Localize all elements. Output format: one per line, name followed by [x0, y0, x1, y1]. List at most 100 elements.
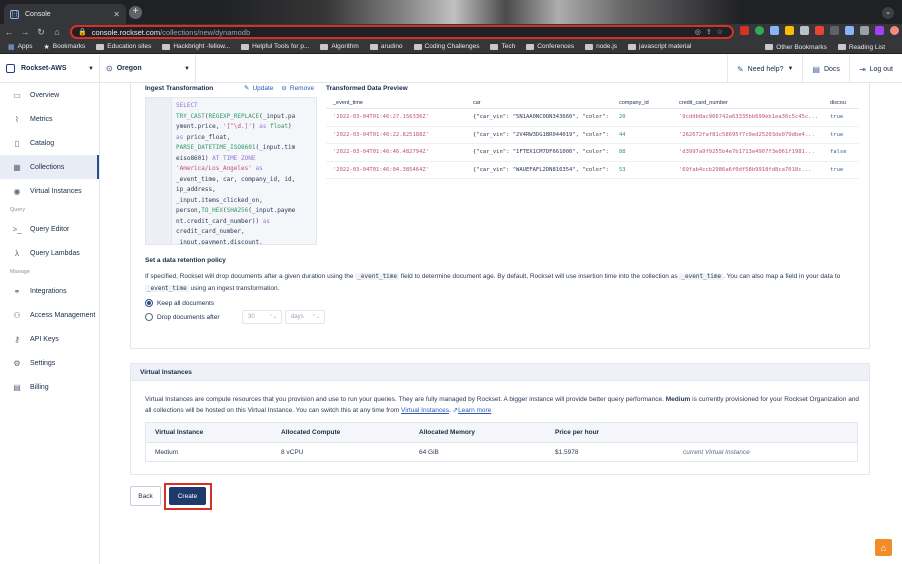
gear-icon: ⚙	[13, 358, 21, 368]
vi-title: Virtual Instances	[131, 364, 869, 381]
location-pin-icon: ⊙	[106, 64, 113, 73]
extension-icon[interactable]	[770, 26, 779, 35]
cell-event-time: '2022-03-04T01:46:27.156336Z'	[333, 114, 430, 121]
puzzle-icon[interactable]	[860, 26, 869, 35]
sidebar-item-catalog[interactable]: ▯ Catalog	[0, 131, 99, 155]
bookmark-folder[interactable]: Algorithm	[320, 43, 359, 50]
tab-search-chevron-icon[interactable]: ⌄	[882, 7, 894, 19]
bookmark-folder[interactable]: arudino	[369, 43, 403, 50]
key-icon: ⚷	[14, 334, 20, 344]
sidebar-item-settings[interactable]: ⚙ Settings	[0, 351, 99, 375]
virtual-instances-link[interactable]: Virtual Instances	[401, 407, 449, 414]
extension-icon[interactable]	[875, 26, 884, 35]
cell-credit-card: '262672faf81c58695f7c9ed25203de079dbe4..…	[679, 131, 815, 138]
reading-list[interactable]: Reading List	[837, 44, 885, 51]
keep-all-radio[interactable]: Keep all documents	[145, 299, 214, 307]
sql-editor[interactable]: SELECT TRY_CAST(REGEXP_REPLACE(_input.pa…	[145, 97, 317, 245]
duration-value-select[interactable]: 30 ⌃⌄	[242, 310, 282, 324]
ingest-card: Ingest Transformation ✎ Update ⊖ Remove Tr…	[130, 83, 870, 349]
sidebar-item-integrations[interactable]: ⚭ Integrations	[0, 279, 99, 303]
folder-icon	[96, 43, 105, 50]
extension-icon[interactable]	[845, 26, 854, 35]
forward-arrow-icon[interactable]: →	[18, 27, 32, 37]
url-input[interactable]: 🔒 console.rockset.com /collections/new/d…	[70, 25, 734, 39]
bookmarks-bar: ▦ Apps ★ Bookmarks Education sites Hackbri…	[0, 40, 902, 54]
chart-icon: ⌇	[15, 114, 19, 124]
radio-unselected[interactable]	[145, 313, 153, 321]
back-button[interactable]: Back	[130, 486, 161, 506]
profile-avatar[interactable]	[890, 26, 899, 35]
new-tab-button[interactable]: +	[129, 6, 142, 19]
org-selector[interactable]: Rockset-AWS ▼	[0, 54, 100, 83]
column-header: car	[473, 99, 481, 106]
plug-icon: ⚭	[13, 286, 21, 296]
radio-selected[interactable]	[145, 299, 153, 307]
need-help-button[interactable]: ✎ Need help? ▼	[726, 55, 802, 83]
sidebar-section-query: Query	[10, 207, 25, 213]
bookmark-apps[interactable]: ▦ Apps	[8, 43, 32, 51]
learn-more-link[interactable]: Learn more	[458, 407, 491, 414]
bookmark-folder[interactable]: Helpful Tools for p...	[241, 43, 309, 50]
sidebar-item-virtual-instances[interactable]: ◉ Virtual Instances	[0, 179, 99, 203]
ingest-title: Ingest Transformation	[145, 85, 214, 92]
browser-tab[interactable]: [·] Console ✕	[4, 4, 126, 24]
table-row: '2022-03-04T01:46:46.482794Z' {"car_vin"…	[326, 144, 859, 162]
editor-gutter	[146, 98, 172, 244]
bookmarks-right: Other Bookmarks Reading List	[765, 40, 896, 54]
bookmark-folder[interactable]: Tech	[490, 43, 515, 50]
cell-car: {"car_vin": "2V4RW3DG1BR044019", "color"…	[473, 131, 609, 138]
home-icon[interactable]: ⌂	[50, 27, 64, 37]
table-row: '2022-03-04T01:46:04.385464Z' {"car_vin"…	[326, 162, 859, 179]
chevron-down-icon: ⌃⌄	[311, 314, 320, 320]
docs-link[interactable]: ▤ Docs	[802, 55, 849, 83]
preview-table: _event_time car company_id credit_card_n…	[326, 97, 859, 179]
chevron-down-icon: ▼	[787, 66, 794, 72]
docs-icon: ▤	[812, 64, 820, 74]
chevron-down-icon: ▼	[88, 65, 94, 72]
update-link[interactable]: ✎ Update	[244, 84, 273, 92]
extension-icon[interactable]	[755, 26, 764, 35]
sidebar-item-access-management[interactable]: ⚇ Access Management	[0, 303, 99, 327]
extension-icon[interactable]	[815, 26, 824, 35]
sql-code[interactable]: SELECT TRY_CAST(REGEXP_REPLACE(_input.pa…	[172, 98, 295, 244]
omnibox-action-icons[interactable]: ◎⇪☆	[695, 28, 732, 36]
region-selector[interactable]: ⊙ Oregon ▼	[100, 54, 196, 83]
back-arrow-icon[interactable]: ←	[2, 27, 16, 37]
reload-icon[interactable]: ↻	[34, 27, 48, 38]
help-chat-icon[interactable]: ⌂	[875, 539, 892, 556]
remove-link[interactable]: ⊖ Remove	[281, 84, 314, 92]
column-header: _event_time	[333, 99, 363, 106]
sidebar-item-api-keys[interactable]: ⚷ API Keys	[0, 327, 99, 351]
bookmark-bookmarks[interactable]: ★ Bookmarks	[43, 43, 85, 51]
bookmark-folder[interactable]: Conferences	[526, 43, 574, 50]
cell-car: {"car_vin": "5N1AA0NC0DN343660", "color"…	[473, 114, 609, 121]
extension-icon[interactable]	[830, 26, 839, 35]
bookmark-folder[interactable]: Hackbright -fellow...	[162, 43, 230, 50]
bookmark-folder[interactable]: javascript material	[628, 43, 691, 50]
drop-after-radio[interactable]: Drop documents after	[145, 313, 220, 321]
extension-icon[interactable]	[785, 26, 794, 35]
duration-unit-select[interactable]: days ⌃⌄	[285, 310, 325, 324]
extension-icon[interactable]	[800, 26, 809, 35]
sidebar-item-metrics[interactable]: ⌇ Metrics	[0, 107, 99, 131]
current-instance-note: current Virtual Instance	[683, 449, 750, 456]
cell-event-time: '2022-03-04T01:46:46.482794Z'	[333, 149, 430, 156]
bookmark-folder[interactable]: Education sites	[96, 43, 151, 50]
cell-price: $1.5978	[555, 449, 579, 456]
sidebar-item-overview[interactable]: ▭ Overview	[0, 83, 99, 107]
bookmark-folder[interactable]: node.js	[585, 43, 617, 50]
bookmark-folder[interactable]: Coding Challenges	[413, 43, 479, 50]
lock-icon: 🔒	[78, 29, 87, 36]
tab-strip-background	[220, 0, 740, 24]
sidebar-item-billing[interactable]: ▤ Billing	[0, 375, 99, 399]
sidebar-item-query-editor[interactable]: >_ Query Editor	[0, 217, 99, 241]
sidebar-item-collections[interactable]: ▦ Collections	[0, 155, 99, 179]
close-tab-icon[interactable]: ✕	[113, 10, 120, 19]
reading-list-icon	[837, 44, 846, 50]
sidebar-item-query-lambdas[interactable]: λ Query Lambdas	[0, 241, 99, 265]
logout-button[interactable]: ⇥ Log out	[848, 55, 902, 83]
other-bookmarks[interactable]: Other Bookmarks	[765, 44, 827, 51]
extension-icon[interactable]	[740, 26, 749, 35]
create-button[interactable]: Create	[169, 487, 206, 505]
star-icon: ★	[43, 43, 50, 51]
